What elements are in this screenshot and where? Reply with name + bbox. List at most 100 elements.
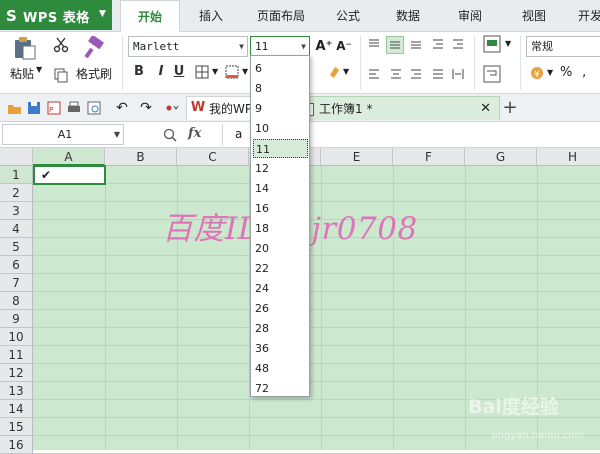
decrease-font-icon[interactable]: A⁻ bbox=[336, 38, 352, 54]
undo-icon[interactable]: ↶ bbox=[114, 100, 130, 116]
row-header[interactable]: 9 bbox=[0, 310, 33, 328]
tab-data[interactable]: 数据 bbox=[386, 0, 430, 32]
merge-cells-icon[interactable] bbox=[482, 34, 502, 54]
column-header-g[interactable]: G bbox=[465, 148, 537, 166]
percent-button[interactable]: % bbox=[560, 65, 572, 80]
row-header[interactable]: 3 bbox=[0, 202, 33, 220]
zoom-search-icon[interactable] bbox=[162, 127, 178, 143]
chevron-down-icon[interactable]: ▼ bbox=[242, 67, 248, 76]
bold-button[interactable]: B bbox=[130, 63, 148, 81]
indent-icon[interactable] bbox=[450, 36, 466, 52]
column-header-a[interactable]: A bbox=[33, 148, 105, 166]
save-icon[interactable] bbox=[26, 100, 42, 116]
row-header[interactable]: 14 bbox=[0, 400, 33, 418]
font-size-option[interactable]: 72 bbox=[253, 379, 308, 398]
add-tab-icon[interactable]: + bbox=[502, 97, 518, 118]
active-cell-a1[interactable]: ✔ bbox=[33, 165, 106, 185]
tab-formulas[interactable]: 公式 bbox=[326, 0, 370, 32]
font-size-option[interactable]: 9 bbox=[253, 99, 308, 118]
wrap-text-icon[interactable] bbox=[482, 64, 502, 84]
align-top-icon[interactable] bbox=[366, 36, 382, 52]
tab-view[interactable]: 视图 bbox=[512, 0, 556, 32]
paste-icon[interactable] bbox=[10, 34, 40, 62]
tab-home[interactable]: 开始 bbox=[120, 0, 180, 33]
chevron-down-icon[interactable]: ▼ bbox=[36, 65, 42, 74]
customize-toolbar-icon[interactable] bbox=[162, 100, 182, 116]
row-header[interactable]: 15 bbox=[0, 418, 33, 436]
font-size-option[interactable]: 24 bbox=[253, 279, 308, 298]
font-size-option[interactable]: 20 bbox=[253, 239, 308, 258]
row-header[interactable]: 13 bbox=[0, 382, 33, 400]
row-header[interactable]: 5 bbox=[0, 238, 33, 256]
row-header[interactable]: 2 bbox=[0, 184, 33, 202]
open-folder-icon[interactable] bbox=[6, 100, 22, 116]
increase-font-icon[interactable]: A⁺ bbox=[316, 38, 333, 54]
font-size-option[interactable]: 6 bbox=[253, 59, 308, 78]
format-painter-icon[interactable] bbox=[82, 34, 108, 62]
row-header[interactable]: 1 bbox=[0, 166, 33, 184]
align-right-icon[interactable] bbox=[408, 66, 424, 82]
chevron-down-icon[interactable]: ▼ bbox=[212, 67, 218, 76]
column-header-c[interactable]: C bbox=[177, 148, 249, 166]
paste-button-label[interactable]: 粘贴 bbox=[10, 65, 34, 82]
chevron-down-icon[interactable]: ▼ bbox=[301, 37, 306, 56]
redo-icon[interactable]: ↷ bbox=[138, 100, 154, 116]
font-size-option[interactable]: 8 bbox=[253, 79, 308, 98]
tab-insert[interactable]: 插入 bbox=[186, 0, 236, 32]
font-size-option[interactable]: 26 bbox=[253, 299, 308, 318]
comma-style-icon[interactable]: ‚ bbox=[582, 65, 586, 80]
insert-function-button[interactable]: fx bbox=[188, 126, 201, 141]
row-header[interactable]: 11 bbox=[0, 346, 33, 364]
print-icon[interactable] bbox=[66, 100, 82, 116]
font-size-option[interactable]: 36 bbox=[253, 339, 308, 358]
italic-button[interactable]: I bbox=[152, 63, 170, 81]
font-size-option[interactable]: 11 bbox=[253, 139, 308, 158]
chevron-down-icon[interactable]: ▼ bbox=[505, 39, 511, 48]
font-name-select[interactable]: Marlett ▼ bbox=[128, 36, 248, 57]
chevron-down-icon[interactable]: ▼ bbox=[547, 68, 553, 77]
chevron-down-icon[interactable]: ▼ bbox=[343, 67, 349, 76]
export-pdf-icon[interactable]: P bbox=[46, 100, 62, 116]
borders-icon[interactable] bbox=[194, 64, 210, 80]
currency-icon[interactable]: ¥ bbox=[528, 64, 546, 82]
font-size-option[interactable]: 22 bbox=[253, 259, 308, 278]
column-header-f[interactable]: F bbox=[393, 148, 465, 166]
row-header[interactable]: 8 bbox=[0, 292, 33, 310]
row-header[interactable]: 10 bbox=[0, 328, 33, 346]
format-painter-label[interactable]: 格式刷 bbox=[76, 65, 112, 82]
tab-developer[interactable]: 开发 bbox=[572, 0, 600, 32]
align-left-icon[interactable] bbox=[366, 66, 382, 82]
font-size-option[interactable]: 18 bbox=[253, 219, 308, 238]
font-size-option[interactable]: 12 bbox=[253, 159, 308, 178]
row-header[interactable]: 4 bbox=[0, 220, 33, 238]
font-size-option[interactable]: 16 bbox=[253, 199, 308, 218]
name-box[interactable]: A1 ▼ bbox=[2, 124, 124, 145]
row-header[interactable]: 6 bbox=[0, 256, 33, 274]
fill-color-icon[interactable] bbox=[224, 64, 240, 80]
align-middle-icon[interactable] bbox=[386, 36, 404, 54]
app-menu-button[interactable]: S WPS 表格 ▼ bbox=[0, 0, 112, 30]
copy-icon[interactable] bbox=[52, 66, 70, 84]
underline-button[interactable]: U bbox=[170, 63, 188, 81]
align-bottom-icon[interactable] bbox=[408, 36, 424, 52]
distribute-icon[interactable] bbox=[450, 66, 466, 82]
font-size-option[interactable]: 48 bbox=[253, 359, 308, 378]
column-header-e[interactable]: E bbox=[321, 148, 393, 166]
number-format-select[interactable]: 常规 bbox=[526, 36, 600, 57]
chevron-down-icon[interactable]: ▼ bbox=[114, 125, 120, 144]
close-icon[interactable]: ✕ bbox=[480, 97, 491, 121]
font-size-option[interactable]: 10 bbox=[253, 119, 308, 138]
column-header-b[interactable]: B bbox=[105, 148, 177, 166]
row-header[interactable]: 12 bbox=[0, 364, 33, 382]
tab-workbook1[interactable]: 工作簿1 * ✕ bbox=[296, 96, 500, 120]
cut-icon[interactable] bbox=[52, 36, 70, 54]
clear-format-icon[interactable] bbox=[326, 64, 342, 80]
column-header-h[interactable]: H bbox=[537, 148, 600, 166]
tab-page-layout[interactable]: 页面布局 bbox=[248, 0, 314, 32]
font-size-option[interactable]: 14 bbox=[253, 179, 308, 198]
justify-icon[interactable] bbox=[430, 66, 446, 82]
font-size-option[interactable]: 28 bbox=[253, 319, 308, 338]
font-size-select[interactable]: 11 ▼ bbox=[250, 36, 310, 57]
row-header[interactable]: 7 bbox=[0, 274, 33, 292]
print-preview-icon[interactable] bbox=[86, 100, 102, 116]
